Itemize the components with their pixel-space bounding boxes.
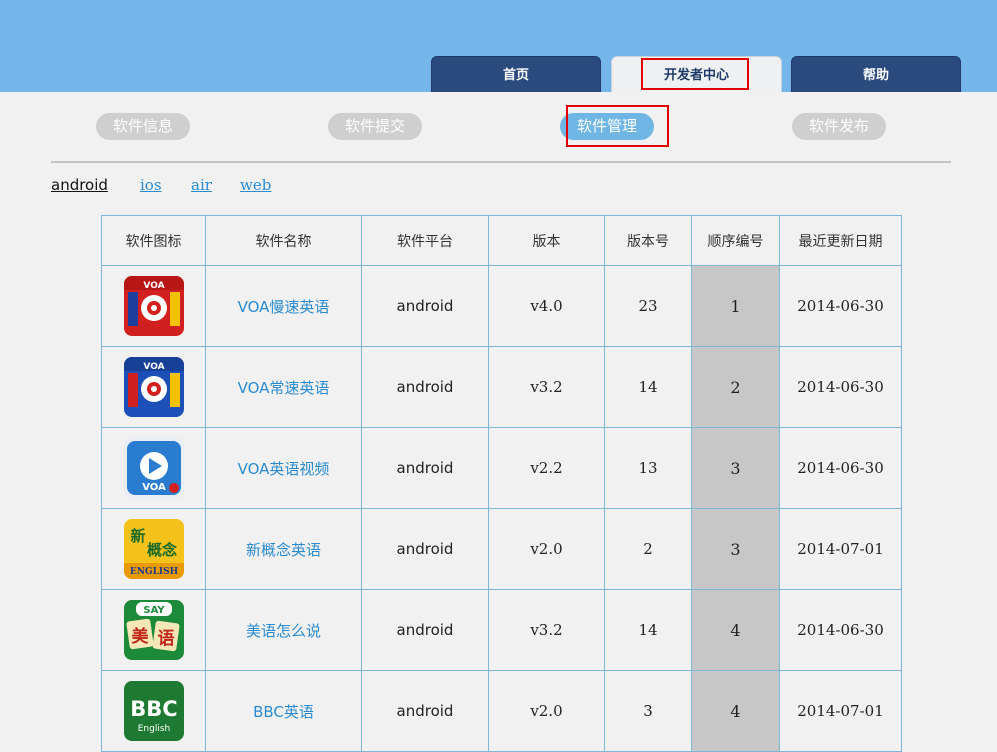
app-date: 2014-06-30 <box>779 589 902 671</box>
divider <box>51 161 951 163</box>
bbc-icon-subtext: English <box>137 724 170 734</box>
subnav-software-info[interactable]: 软件信息 <box>96 113 190 140</box>
voa-video-icon[interactable]: VOA <box>123 438 184 498</box>
table-row: 新 概念 ENGLISH 新概念英语 android v2.0 2 3 2014… <box>101 508 902 590</box>
app-version: v2.0 <box>488 508 605 590</box>
header-name: 软件名称 <box>205 215 362 266</box>
header-platform: 软件平台 <box>361 215 489 266</box>
bbc-icon-text: BBC <box>130 697 177 721</box>
app-order: 3 <box>691 427 780 509</box>
app-build: 14 <box>604 589 692 671</box>
say-char-1: 美 <box>131 626 149 647</box>
voa-slow-icon-text: VOA <box>143 281 164 291</box>
table-header-row: 软件图标 软件名称 软件平台 版本 版本号 顺序编号 最近更新日期 <box>101 215 902 266</box>
app-order: 4 <box>691 589 780 671</box>
app-build: 2 <box>604 508 692 590</box>
app-build: 13 <box>604 427 692 509</box>
icon-cell: VOA <box>101 346 206 428</box>
platform-web-link[interactable]: web <box>240 176 271 194</box>
app-order: 3 <box>691 508 780 590</box>
say-bubble-text: SAY <box>143 605 165 616</box>
app-version: v3.2 <box>488 346 605 428</box>
app-name-link[interactable]: VOA慢速英语 <box>205 265 362 347</box>
new-concept-char-1: 新 <box>130 527 145 545</box>
app-date: 2014-06-30 <box>779 346 902 428</box>
app-platform: android <box>361 346 489 428</box>
platform-android-link[interactable]: android <box>51 176 108 194</box>
bbc-english-icon[interactable]: BBC English <box>123 681 184 741</box>
voa-normal-icon[interactable]: VOA <box>123 357 184 417</box>
app-table: 软件图标 软件名称 软件平台 版本 版本号 顺序编号 最近更新日期 VOA VO… <box>101 215 902 752</box>
app-name-link[interactable]: VOA英语视频 <box>205 427 362 509</box>
app-order: 1 <box>691 265 780 347</box>
say-english-icon[interactable]: SAY 美 语 <box>123 600 184 660</box>
icon-cell: VOA <box>101 427 206 509</box>
platform-air-link[interactable]: air <box>191 176 212 194</box>
icon-cell: VOA <box>101 265 206 347</box>
table-row: VOA VOA英语视频 android v2.2 13 3 2014-06-30 <box>101 427 902 509</box>
app-date: 2014-07-01 <box>779 508 902 590</box>
highlight-box-developer-center <box>641 58 749 90</box>
new-concept-char-2: 概念 <box>146 541 176 559</box>
app-build: 23 <box>604 265 692 347</box>
app-order: 4 <box>691 670 780 752</box>
app-date: 2014-06-30 <box>779 265 902 347</box>
app-build: 14 <box>604 346 692 428</box>
header-date: 最近更新日期 <box>779 215 902 266</box>
app-platform: android <box>361 670 489 752</box>
voa-normal-icon-text: VOA <box>143 362 164 372</box>
voa-video-icon-text: VOA <box>142 482 166 493</box>
header-build: 版本号 <box>604 215 692 266</box>
app-platform: android <box>361 508 489 590</box>
icon-cell: BBC English <box>101 670 206 752</box>
subnav-software-submit[interactable]: 软件提交 <box>328 113 422 140</box>
header-icon: 软件图标 <box>101 215 206 266</box>
say-char-2: 语 <box>157 629 174 649</box>
app-version: v2.2 <box>488 427 605 509</box>
app-name-link[interactable]: 美语怎么说 <box>205 589 362 671</box>
platform-ios-link[interactable]: ios <box>140 176 162 194</box>
header-order: 顺序编号 <box>691 215 780 266</box>
app-date: 2014-06-30 <box>779 427 902 509</box>
app-name-link[interactable]: BBC英语 <box>205 670 362 752</box>
table-row: SAY 美 语 美语怎么说 android v3.2 14 4 2014-06-… <box>101 589 902 671</box>
app-name-link[interactable]: 新概念英语 <box>205 508 362 590</box>
app-version: v3.2 <box>488 589 605 671</box>
app-platform: android <box>361 265 489 347</box>
app-version: v2.0 <box>488 670 605 752</box>
app-platform: android <box>361 427 489 509</box>
app-version: v4.0 <box>488 265 605 347</box>
app-platform: android <box>361 589 489 671</box>
table-row: VOA VOA慢速英语 android v4.0 23 1 2014-06-30 <box>101 265 902 347</box>
table-row: BBC English BBC英语 android v2.0 3 4 2014-… <box>101 670 902 752</box>
voa-slow-icon[interactable]: VOA <box>123 276 184 336</box>
table-row: VOA VOA常速英语 android v3.2 14 2 2014-06-30 <box>101 346 902 428</box>
icon-cell: 新 概念 ENGLISH <box>101 508 206 590</box>
new-concept-english: ENGLISH <box>129 567 178 577</box>
tab-home[interactable]: 首页 <box>431 56 601 92</box>
app-order: 2 <box>691 346 780 428</box>
app-date: 2014-07-01 <box>779 670 902 752</box>
subnav-software-publish[interactable]: 软件发布 <box>792 113 886 140</box>
app-name-link[interactable]: VOA常速英语 <box>205 346 362 428</box>
header-version: 版本 <box>488 215 605 266</box>
highlight-box-software-manage <box>566 105 669 147</box>
app-build: 3 <box>604 670 692 752</box>
new-concept-icon[interactable]: 新 概念 ENGLISH <box>123 519 184 579</box>
icon-cell: SAY 美 语 <box>101 589 206 671</box>
tab-help[interactable]: 帮助 <box>791 56 961 92</box>
